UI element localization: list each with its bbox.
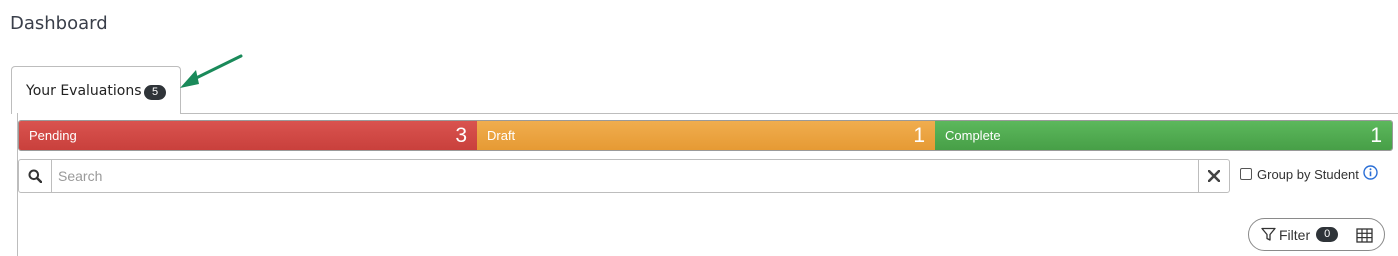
status-segment-pending[interactable]: Pending 3	[19, 121, 477, 150]
status-segment-draft[interactable]: Draft 1	[477, 121, 935, 150]
tab-label: Your Evaluations	[26, 83, 142, 99]
status-count-complete: 1	[1370, 124, 1382, 147]
group-by-student-checkbox[interactable]	[1240, 168, 1252, 180]
tab-your-evaluations[interactable]: Your Evaluations 5	[11, 66, 181, 114]
annotation-arrow-icon	[180, 54, 243, 88]
status-segment-complete[interactable]: Complete 1	[935, 121, 1392, 150]
close-icon	[1208, 170, 1220, 182]
status-label-complete: Complete	[945, 128, 1001, 143]
search-input[interactable]	[52, 160, 1198, 192]
table-view-icon[interactable]	[1356, 228, 1373, 248]
filter-icon	[1261, 227, 1276, 241]
status-label-pending: Pending	[29, 128, 77, 143]
filter-toolbar: Filter 0	[1248, 218, 1385, 251]
filter-button[interactable]: Filter 0	[1261, 226, 1339, 243]
group-by-student-toggle: Group by Student	[1240, 165, 1378, 183]
search-icon	[19, 160, 52, 192]
filter-label: Filter	[1279, 226, 1311, 243]
status-count-pending: 3	[455, 124, 467, 147]
filter-count-badge: 0	[1316, 227, 1339, 242]
group-by-student-label[interactable]: Group by Student	[1257, 167, 1359, 182]
clear-search-button[interactable]	[1198, 160, 1229, 192]
search-group	[18, 159, 1230, 193]
status-bar: Pending 3 Draft 1 Complete 1	[18, 120, 1393, 151]
page-title: Dashboard	[10, 13, 108, 34]
status-label-draft: Draft	[487, 128, 516, 143]
info-icon[interactable]	[1363, 165, 1378, 183]
status-count-draft: 1	[913, 124, 925, 147]
